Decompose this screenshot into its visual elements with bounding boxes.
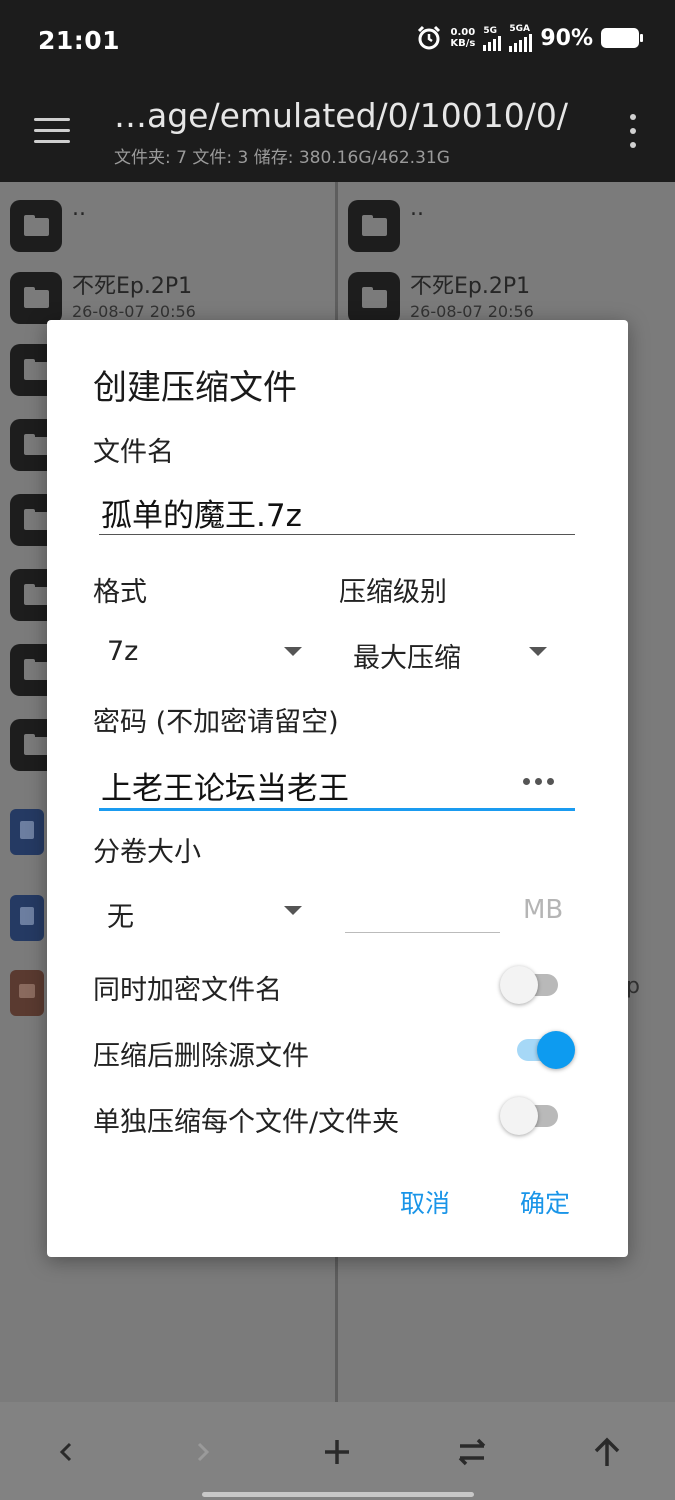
list-item[interactable]: 不死Ep.2P1 26-08-07 20:56 [10, 268, 330, 328]
net-speed-value: 0.00 [450, 27, 476, 38]
sim2-signal-icon: 5GA [509, 24, 533, 52]
file-date: 26-08-07 20:56 [410, 302, 534, 321]
split-size-label: 分卷大小 [93, 837, 201, 868]
format-select[interactable]: 7z [107, 636, 138, 667]
file-name: .. [410, 196, 424, 221]
list-item[interactable]: .. [348, 196, 668, 256]
app-toolbar: …age/emulated/0/10010/0/ 文件夹: 7 文件: 3 储存… [0, 82, 675, 182]
split-size-unit: MB [523, 895, 564, 925]
separate-archive-toggle[interactable] [500, 1096, 562, 1136]
delete-source-toggle[interactable] [513, 1030, 575, 1070]
net-speed-unit: KB/s [450, 38, 476, 49]
folder-icon [348, 200, 400, 252]
alarm-clock-icon [418, 25, 441, 50]
chevron-down-icon[interactable] [529, 647, 547, 656]
swap-icon[interactable] [448, 1428, 496, 1476]
folder-icon [10, 200, 62, 252]
file-date: 26-08-07 20:56 [72, 302, 196, 321]
up-arrow-icon[interactable] [583, 1428, 631, 1476]
encrypt-names-label: 同时加密文件名 [93, 975, 282, 1006]
encrypt-names-toggle[interactable] [500, 965, 562, 1005]
status-time: 21:01 [38, 26, 121, 55]
split-size-input[interactable] [345, 932, 500, 933]
storage-stats: 文件夹: 7 文件: 3 储存: 380.16G/462.31G [114, 148, 450, 168]
more-options-icon[interactable] [629, 114, 637, 148]
file-name: 不死Ep.2P1 [410, 274, 531, 299]
password-label: 密码 (不加密请留空) [93, 707, 339, 738]
forward-arrow-icon[interactable] [178, 1428, 226, 1476]
file-name: 不死Ep.2P1 [72, 274, 193, 299]
split-size-select[interactable]: 无 [107, 895, 134, 934]
bottom-toolbar [0, 1402, 675, 1500]
file-name: .. [72, 196, 86, 221]
archive-file-icon[interactable] [10, 970, 44, 1016]
menu-icon[interactable] [34, 118, 70, 144]
separate-archive-label: 单独压缩每个文件/文件夹 [93, 1107, 400, 1138]
add-icon[interactable] [313, 1428, 361, 1476]
sim1-signal-icon: 5G [483, 25, 502, 51]
compression-level-select[interactable]: 最大压缩 [353, 636, 461, 675]
password-visibility-icon[interactable] [523, 778, 554, 785]
dialog-title: 创建压缩文件 [93, 368, 297, 408]
filename-field[interactable]: 孤单的魔王.7z [101, 490, 302, 535]
status-bar: 21:01 0.00 KB/s 5G 5GA 90% [0, 0, 675, 82]
battery-icon [601, 28, 643, 48]
filename-underline [99, 534, 575, 535]
ok-button[interactable]: 确定 [520, 1184, 570, 1220]
back-arrow-icon[interactable] [43, 1428, 91, 1476]
sim2-label: 5GA [509, 24, 530, 34]
status-icons: 0.00 KB/s 5G 5GA 90% [416, 24, 643, 52]
list-item[interactable]: 不死Ep.2P1 26-08-07 20:56 [348, 268, 668, 328]
sim1-label: 5G [483, 25, 497, 36]
cancel-button[interactable]: 取消 [400, 1184, 450, 1220]
list-item[interactable]: .. [10, 196, 330, 256]
home-indicator[interactable] [202, 1492, 474, 1497]
folder-icon [10, 272, 62, 324]
chevron-down-icon[interactable] [284, 647, 302, 656]
password-underline [99, 808, 575, 811]
format-label: 格式 [93, 577, 147, 608]
chevron-down-icon[interactable] [284, 906, 302, 915]
password-field[interactable]: 上老王论坛当老王 [101, 763, 349, 808]
delete-source-label: 压缩后删除源文件 [93, 1041, 309, 1072]
current-path[interactable]: …age/emulated/0/10010/0/ [114, 96, 568, 135]
partial-file-name: p [626, 974, 640, 999]
filename-label: 文件名 [93, 437, 174, 468]
battery-percent: 90% [540, 25, 593, 51]
create-archive-dialog: 创建压缩文件 文件名 孤单的魔王.7z 格式 压缩级别 7z 最大压缩 密码 (… [47, 320, 628, 1257]
compression-level-label: 压缩级别 [339, 577, 447, 608]
folder-icon [348, 272, 400, 324]
document-file-icon[interactable] [10, 895, 44, 941]
network-speed: 0.00 KB/s [450, 27, 475, 49]
document-file-icon[interactable] [10, 809, 44, 855]
